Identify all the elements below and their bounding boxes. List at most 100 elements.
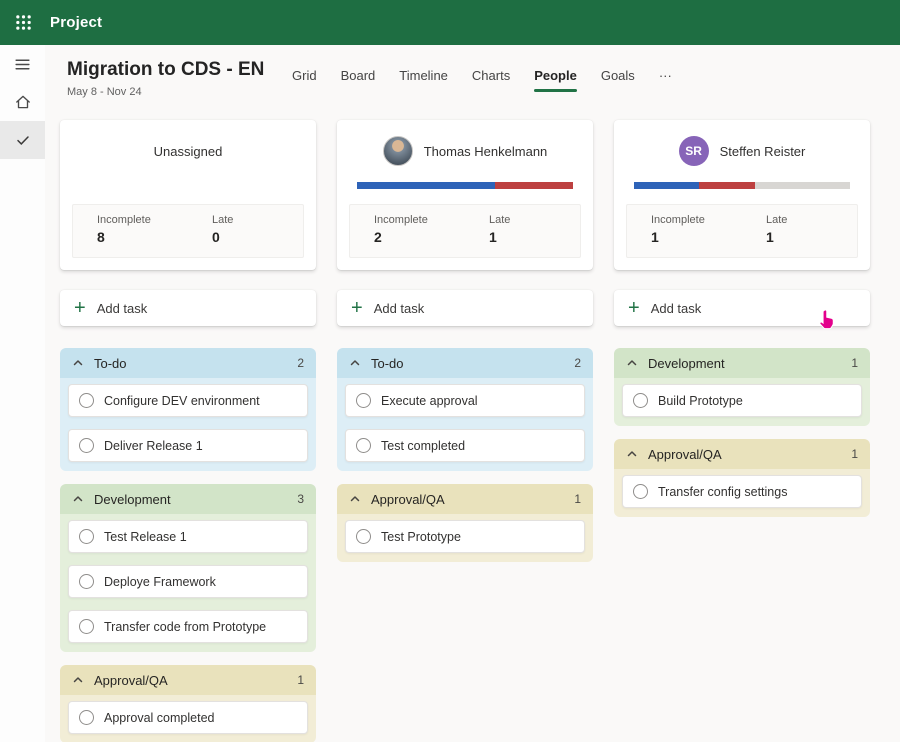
bucket-count: 3 [297, 492, 304, 506]
late-label: Late [489, 214, 580, 226]
avatar-initials: SR [679, 136, 709, 166]
bucket-count: 2 [297, 356, 304, 370]
stat-late: Late 0 [188, 205, 303, 257]
plus-icon: + [351, 299, 363, 317]
chevron-up-icon[interactable] [72, 674, 84, 686]
person-row: SR Steffen Reister [614, 120, 870, 182]
task-card[interactable]: Execute approval [345, 384, 585, 417]
complete-circle-icon[interactable] [79, 438, 94, 453]
complete-circle-icon[interactable] [79, 619, 94, 634]
bucket-development: Development 1 Build Prototype [614, 348, 870, 426]
task-label: Configure DEV environment [104, 394, 260, 408]
chevron-up-icon[interactable] [626, 357, 638, 369]
complete-circle-icon[interactable] [356, 529, 371, 544]
bucket-header[interactable]: To-do 2 [60, 348, 316, 378]
complete-circle-icon[interactable] [633, 484, 648, 499]
bucket-list: Development 1 Build Prototype Approval/Q… [614, 348, 870, 517]
bucket-body: Test Release 1 Deploye Framework Transfe… [60, 514, 316, 652]
task-card[interactable]: Build Prototype [622, 384, 862, 417]
task-card[interactable]: Deploye Framework [68, 565, 308, 598]
tab-timeline[interactable]: Timeline [399, 68, 448, 88]
chevron-up-icon[interactable] [349, 493, 361, 505]
tab-grid[interactable]: Grid [292, 68, 317, 88]
bucket-header[interactable]: Development 3 [60, 484, 316, 514]
chevron-up-icon[interactable] [626, 448, 638, 460]
person-card[interactable]: SR Steffen Reister Incomplete 1 Late 1 [614, 120, 870, 270]
date-range: May 8 - Nov 24 [67, 86, 264, 98]
add-task-button[interactable]: + Add task [337, 290, 593, 326]
chevron-up-icon[interactable] [349, 357, 361, 369]
sidebar-item-tasks[interactable] [0, 121, 45, 159]
progress-segment-blue [634, 182, 699, 189]
bucket-body: Build Prototype [614, 378, 870, 426]
sidebar-item-home[interactable] [0, 83, 45, 121]
complete-circle-icon[interactable] [79, 710, 94, 725]
add-task-label: Add task [97, 301, 148, 316]
progress-bar [357, 182, 573, 189]
bucket-header[interactable]: Development 1 [614, 348, 870, 378]
person-row: Thomas Henkelmann [337, 120, 593, 182]
bucket-header[interactable]: To-do 2 [337, 348, 593, 378]
add-task-button[interactable]: + Add task [60, 290, 316, 326]
complete-circle-icon[interactable] [633, 393, 648, 408]
tab-board[interactable]: Board [341, 68, 376, 88]
task-card[interactable]: Test Release 1 [68, 520, 308, 553]
bucket-count: 2 [574, 356, 581, 370]
complete-circle-icon[interactable] [79, 393, 94, 408]
stat-incomplete: Incomplete 2 [350, 205, 465, 257]
task-card[interactable]: Approval completed [68, 701, 308, 734]
late-value: 1 [766, 229, 857, 245]
bucket-name: To-do [371, 356, 404, 371]
person-name: Steffen Reister [720, 144, 806, 159]
complete-circle-icon[interactable] [356, 438, 371, 453]
task-card[interactable]: Test completed [345, 429, 585, 462]
task-label: Test completed [381, 439, 465, 453]
task-card[interactable]: Transfer code from Prototype [68, 610, 308, 643]
app-title: Project [50, 14, 102, 31]
bucket-header[interactable]: Approval/QA 1 [60, 665, 316, 695]
bucket-body: Execute approval Test completed [337, 378, 593, 471]
chevron-up-icon[interactable] [72, 493, 84, 505]
complete-circle-icon[interactable] [356, 393, 371, 408]
page-header: Migration to CDS - EN May 8 - Nov 24 [67, 59, 264, 98]
bucket-count: 1 [574, 492, 581, 506]
complete-circle-icon[interactable] [79, 529, 94, 544]
stats-panel: Incomplete 1 Late 1 [626, 204, 858, 258]
task-card[interactable]: Configure DEV environment [68, 384, 308, 417]
incomplete-value: 1 [651, 229, 742, 245]
waffle-icon [15, 14, 32, 31]
late-label: Late [212, 214, 303, 226]
bucket-approval-qa: Approval/QA 1 Transfer config settings [614, 439, 870, 517]
bucket-header[interactable]: Approval/QA 1 [614, 439, 870, 469]
chevron-up-icon[interactable] [72, 357, 84, 369]
late-value: 0 [212, 229, 303, 245]
app-launcher-icon[interactable] [0, 0, 46, 45]
task-label: Transfer code from Prototype [104, 620, 266, 634]
bucket-development: Development 3 Test Release 1 Deploye Fra… [60, 484, 316, 652]
stat-incomplete: Incomplete 1 [627, 205, 742, 257]
progress-segment-red [699, 182, 755, 189]
add-task-button[interactable]: + Add task [614, 290, 870, 326]
tab-charts[interactable]: Charts [472, 68, 510, 88]
bucket-name: To-do [94, 356, 127, 371]
task-card[interactable]: Test Prototype [345, 520, 585, 553]
menu-button[interactable] [0, 45, 45, 83]
task-label: Deploye Framework [104, 575, 216, 589]
add-task-label: Add task [374, 301, 425, 316]
stat-late: Late 1 [742, 205, 857, 257]
tab-more[interactable]: ··· [659, 68, 672, 88]
stats-panel: Incomplete 2 Late 1 [349, 204, 581, 258]
person-column-steffen-reister: SR Steffen Reister Incomplete 1 Late 1 +… [614, 120, 870, 742]
late-label: Late [766, 214, 857, 226]
person-card[interactable]: Thomas Henkelmann Incomplete 2 Late 1 [337, 120, 593, 270]
task-card[interactable]: Transfer config settings [622, 475, 862, 508]
tab-people[interactable]: People [534, 68, 577, 97]
complete-circle-icon[interactable] [79, 574, 94, 589]
bucket-header[interactable]: Approval/QA 1 [337, 484, 593, 514]
person-row: Unassigned [60, 120, 316, 182]
person-card[interactable]: Unassigned Incomplete 8 Late 0 [60, 120, 316, 270]
tab-goals[interactable]: Goals [601, 68, 635, 88]
columns: Unassigned Incomplete 8 Late 0 + Add tas… [60, 120, 870, 742]
stat-late: Late 1 [465, 205, 580, 257]
task-card[interactable]: Deliver Release 1 [68, 429, 308, 462]
